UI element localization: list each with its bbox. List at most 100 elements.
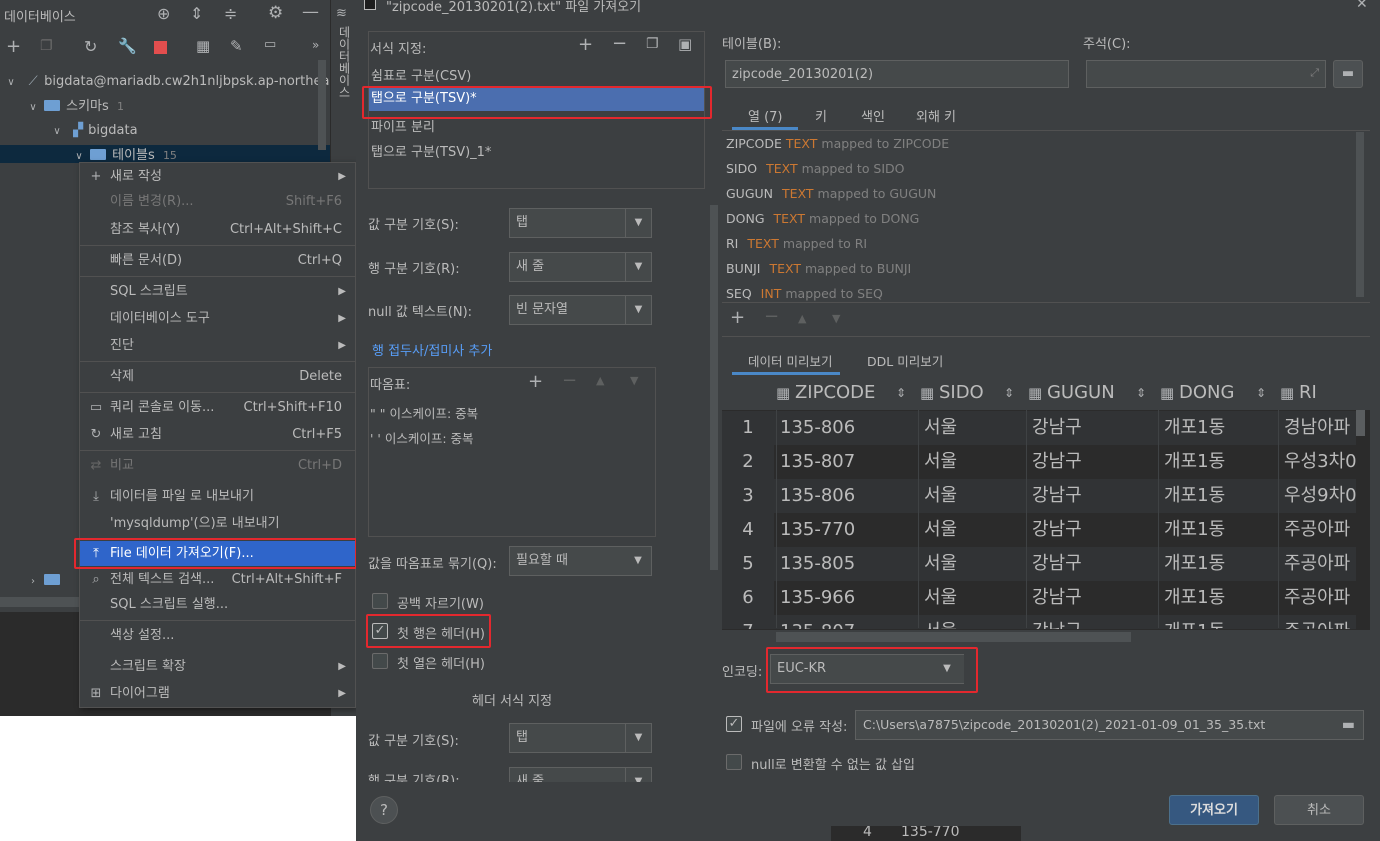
tab-data-preview[interactable]: 데이터 미리보기 <box>748 351 832 370</box>
grid-column-header[interactable]: ▦ DONG ⇕ <box>1160 376 1280 410</box>
tree-collapsed-item[interactable]: › <box>26 569 66 593</box>
refresh-icon[interactable]: ↻ <box>84 37 97 56</box>
grid-cell[interactable]: 135-805 <box>780 547 918 581</box>
header-value-sep-select[interactable]: 탭 ▼ <box>509 723 652 753</box>
grid-cell[interactable]: 우성3차0 <box>1284 445 1356 479</box>
first-col-header-checkbox[interactable] <box>372 653 388 669</box>
sort-icon[interactable]: ⇕ <box>896 376 906 410</box>
save-format-icon[interactable]: ▣ <box>678 35 692 53</box>
menu-item[interactable]: 참조 복사(Y) Ctrl+Alt+Shift+C <box>80 217 356 242</box>
quote-double[interactable]: " " 이스케이프: 중복 <box>370 403 478 422</box>
move-up-icon[interactable]: ▲ <box>596 374 604 387</box>
grid-cell[interactable]: 주공아파 <box>1284 547 1356 581</box>
table-name-input[interactable] <box>725 60 1069 88</box>
column-mapping-row[interactable]: RI TEXT mapped to RI <box>726 231 867 256</box>
column-mapping-row[interactable]: GUGUN TEXT mapped to GUGUN <box>726 181 936 206</box>
grid-v-scrollbar[interactable] <box>1356 410 1365 436</box>
close-icon[interactable]: ✕ <box>1356 0 1368 12</box>
grid-cell[interactable]: 서울 <box>924 547 1026 581</box>
collapse-all-icon[interactable]: ≑ <box>224 4 237 23</box>
menu-item[interactable]: 진단 ▶ <box>80 333 356 358</box>
menu-item[interactable]: ↻ 새로 고침 Ctrl+F5 <box>80 422 356 447</box>
menu-item[interactable]: 삭제 Delete <box>80 364 356 389</box>
menu-item[interactable]: ⌕ 전체 텍스트 검색... Ctrl+Alt+Shift+F <box>80 567 356 592</box>
comment-button[interactable]: ▬ <box>1333 60 1363 88</box>
grid-cell[interactable]: 개포1동 <box>1164 547 1278 581</box>
tab-ddl-preview[interactable]: DDL 미리보기 <box>867 351 943 370</box>
more-icon[interactable]: » <box>312 38 319 52</box>
menu-item[interactable]: 데이터베이스 도구 ▶ <box>80 306 356 331</box>
vertical-tab-label[interactable]: 데이터베이스 <box>335 26 353 100</box>
grid-cell[interactable]: 개포1동 <box>1164 411 1278 445</box>
vertical-scrollbar[interactable] <box>318 60 326 150</box>
menu-item[interactable]: ⇄ 비교 Ctrl+D <box>80 453 356 478</box>
grid-cell[interactable]: 강남구 <box>1032 479 1158 513</box>
format-item[interactable]: 쉼표로 구분(CSV) <box>369 66 705 88</box>
trim-checkbox[interactable] <box>372 593 388 609</box>
quote-single[interactable]: ' ' 이스케이프: 중복 <box>370 428 474 447</box>
tree-schema-bigdata[interactable]: ∨ ▞ bigdata <box>50 119 137 143</box>
header-row-sep-select[interactable]: 새 줄 ▼ <box>509 767 652 782</box>
console-icon[interactable]: ▭ <box>264 37 276 52</box>
menu-item[interactable]: 스크립트 확장 ▶ <box>80 654 356 679</box>
cancel-button[interactable]: 취소 <box>1274 795 1364 825</box>
grid-cell[interactable]: 서울 <box>924 615 1026 629</box>
add-column-icon[interactable]: + <box>730 307 745 328</box>
grid-column-header[interactable]: ▦ GUGUN ⇕ <box>1028 376 1160 410</box>
import-button[interactable]: 가져오기 <box>1169 795 1259 825</box>
grid-cell[interactable]: 135-807 <box>780 445 918 479</box>
add-quote-icon[interactable]: + <box>528 371 543 392</box>
grid-cell[interactable]: 개포1동 <box>1164 615 1278 629</box>
column-tab[interactable]: 열 (7) <box>748 106 783 125</box>
menu-item[interactable]: SQL 스크립트 ▶ <box>80 279 356 304</box>
wrench-icon[interactable]: 🔧 <box>118 37 137 55</box>
copy-icon[interactable]: ❐ <box>40 38 53 54</box>
expand-icon[interactable]: ⤢ <box>1310 66 1319 80</box>
column-mapping-row[interactable]: BUNJI TEXT mapped to BUNJI <box>726 256 911 281</box>
add-format-icon[interactable]: + <box>578 34 593 55</box>
add-prefix-link[interactable]: 행 접두사/접미사 추가 <box>372 340 492 359</box>
error-file-path-input[interactable]: C:\Users\a7875\zipcode_20130201(2)_2021-… <box>855 710 1364 740</box>
move-down-icon[interactable]: ▼ <box>832 312 840 325</box>
row-sep-select[interactable]: 새 줄 ▼ <box>509 252 652 282</box>
table-icon[interactable]: ▦ <box>196 37 210 55</box>
menu-item[interactable]: 색상 설정... <box>80 623 356 648</box>
menu-item[interactable]: 'mysqldump'(으)로 내보내기 <box>80 511 356 536</box>
grid-cell[interactable]: 서울 <box>924 479 1026 513</box>
quote-values-select[interactable]: 필요할 때 ▼ <box>509 546 652 576</box>
grid-cell[interactable]: 강남구 <box>1032 615 1158 629</box>
add-icon[interactable]: + <box>6 36 21 57</box>
remove-quote-icon[interactable]: − <box>562 370 577 391</box>
grid-cell[interactable]: 개포1동 <box>1164 513 1278 547</box>
grid-cell[interactable]: 개포1동 <box>1164 479 1278 513</box>
move-down-icon[interactable]: ▼ <box>630 374 638 387</box>
grid-column-header[interactable]: ▦ ZIPCODE ⇕ <box>776 376 920 410</box>
column-tab[interactable]: 외해 키 <box>916 106 956 125</box>
sort-icon[interactable]: ⇕ <box>1256 376 1266 410</box>
grid-cell[interactable]: 개포1동 <box>1164 445 1278 479</box>
menu-item[interactable]: ⤓ 데이터를 파일 로 내보내기 <box>80 484 356 509</box>
format-item[interactable]: 탭으로 구분(TSV)_1* <box>369 142 705 164</box>
grid-cell[interactable]: 개포1동 <box>1164 581 1278 615</box>
globe-icon[interactable]: ⊕ <box>157 4 170 23</box>
remove-format-icon[interactable]: − <box>612 33 627 54</box>
sort-icon[interactable]: ⇕ <box>1136 376 1146 410</box>
tree-connection[interactable]: ∨ ⟋ bigdata@mariadb.cw2h1nljbpsk.ap-north… <box>4 70 346 94</box>
menu-item[interactable]: ⊞ 다이어그램 ▶ <box>80 681 356 706</box>
left-scrollbar[interactable] <box>710 205 718 570</box>
stop-icon[interactable] <box>154 41 167 54</box>
grid-cell[interactable]: 강남구 <box>1032 445 1158 479</box>
grid-cell[interactable]: 서울 <box>924 445 1026 479</box>
grid-cell[interactable]: 135-966 <box>780 581 918 615</box>
grid-cell[interactable]: 135-806 <box>780 411 918 445</box>
menu-item[interactable]: + 새로 작성 ▶ <box>80 164 356 189</box>
comment-input[interactable]: ⤢ <box>1086 60 1326 88</box>
copy-format-icon[interactable]: ❐ <box>646 36 659 52</box>
grid-cell[interactable]: 서울 <box>924 581 1026 615</box>
error-file-checkbox[interactable]: ✓ <box>726 716 742 732</box>
grid-h-scrollbar[interactable] <box>776 632 1131 642</box>
grid-cell[interactable]: 경남아파 <box>1284 411 1356 445</box>
grid-cell[interactable]: 강남구 <box>1032 581 1158 615</box>
folder-icon[interactable]: ▬ <box>1342 711 1355 739</box>
grid-cell[interactable]: 강남구 <box>1032 547 1158 581</box>
